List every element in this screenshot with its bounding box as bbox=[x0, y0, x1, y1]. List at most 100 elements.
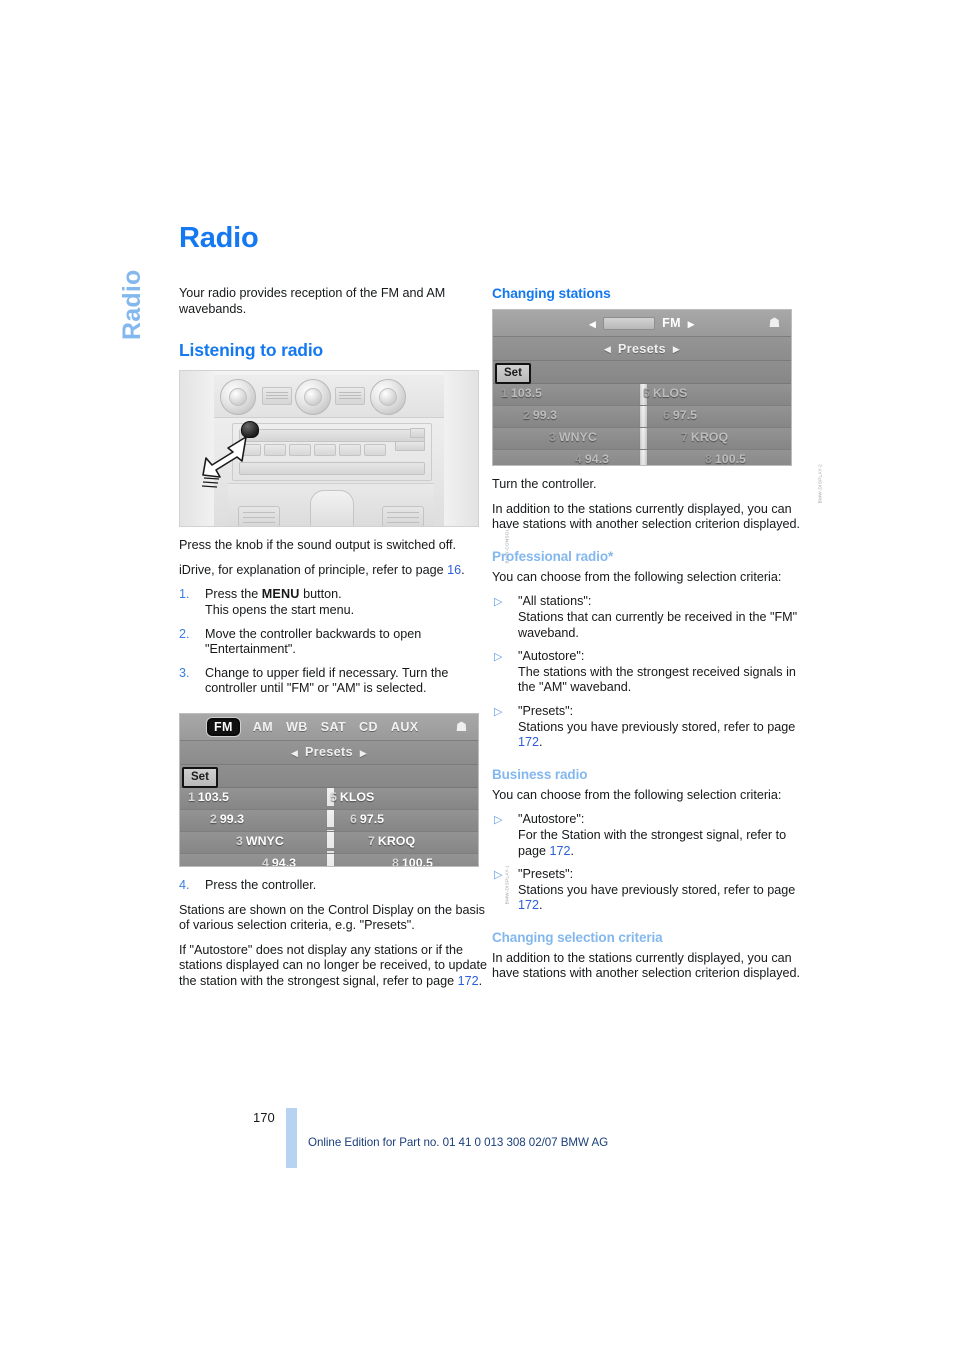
criterion-title: "Autostore": bbox=[518, 649, 585, 664]
preset-cell-4[interactable]: 4 94.3 bbox=[262, 856, 296, 866]
idrive-reference-paragraph: iDrive, for explanation of principle, re… bbox=[179, 563, 492, 579]
criterion-title: "Presets": bbox=[518, 703, 574, 718]
table-row: 3 WNYC 7 KROQ bbox=[493, 428, 791, 450]
idrive-preset-grid: 1 103.5 5 KLOS 2 99.3 6 97.5 3 WNYC 7 KROQ 4 94… bbox=[180, 787, 478, 866]
preset-cell-3[interactable]: 3 WNYC bbox=[549, 430, 597, 444]
page-link-172[interactable]: 172 bbox=[518, 898, 539, 912]
in-addition-paragraph-2: In addition to the stations currently di… bbox=[492, 950, 801, 981]
preset-cell-8[interactable]: 8 100.5 bbox=[705, 452, 746, 465]
band-label[interactable]: FM bbox=[662, 316, 681, 330]
preset-cell-1[interactable]: 1 103.5 bbox=[188, 790, 229, 804]
idrive-band-bar: ◂ FM ▸ ☗ bbox=[493, 310, 791, 337]
criterion-body: Stations that can currently be received … bbox=[518, 609, 798, 640]
preset-cell-5[interactable]: 5 KLOS bbox=[330, 790, 374, 804]
menu-button-label: MENU bbox=[261, 587, 300, 602]
choose-criteria-paragraph-1: You can choose from the following select… bbox=[492, 569, 782, 584]
idrive-set-row: Set bbox=[180, 764, 478, 788]
page-link-172[interactable]: 172 bbox=[458, 974, 479, 988]
chevron-left-icon[interactable]: ◂ bbox=[604, 341, 611, 356]
chevron-left-icon[interactable]: ◂ bbox=[589, 316, 596, 331]
step-number: 4. bbox=[179, 877, 190, 892]
band-indicator-icon bbox=[603, 316, 656, 330]
home-icon[interactable]: ☗ bbox=[764, 313, 785, 332]
tab-fm[interactable]: FM bbox=[207, 717, 240, 736]
idrive-presets-bar: ◂ Presets ▸ bbox=[493, 337, 791, 361]
tab-wb[interactable]: WB bbox=[286, 720, 308, 734]
preset-cell-7[interactable]: 7 KROQ bbox=[681, 430, 728, 444]
page-link-172[interactable]: 172 bbox=[518, 735, 539, 749]
idrive-ref-text: iDrive, for explanation of principle, re… bbox=[179, 562, 448, 577]
list-item: ▷ "Autostore": For the Station with the st… bbox=[492, 812, 805, 859]
chevron-left-icon[interactable]: ◂ bbox=[291, 745, 298, 760]
list-item: ▷ "Autostore": The stations with the stron… bbox=[492, 649, 805, 696]
head-unit bbox=[232, 423, 432, 482]
running-head-label: Radio bbox=[118, 269, 146, 340]
table-row: 2 99.3 6 97.5 bbox=[180, 809, 478, 832]
preset-cell-5[interactable]: 5 KLOS bbox=[643, 386, 687, 400]
autostore-period: . bbox=[478, 973, 483, 988]
criterion-title: "Presets": bbox=[518, 867, 574, 882]
page-link-172[interactable]: 172 bbox=[550, 844, 571, 858]
list-item: 2. Move the controller backwards to open … bbox=[179, 627, 492, 658]
procedure-steps: 1. Press the MENU button. This opens the s… bbox=[179, 587, 492, 697]
console-side-right bbox=[444, 371, 478, 527]
footer-edition-line: Online Edition for Part no. 01 41 0 013 … bbox=[308, 1136, 609, 1149]
callout-arrow-icon bbox=[202, 436, 247, 488]
preset-cell-8[interactable]: 8 100.5 bbox=[392, 856, 433, 866]
vent-knob-3-icon bbox=[370, 379, 406, 416]
heading-changing-stations: Changing stations bbox=[492, 286, 611, 301]
criterion-body-post: . bbox=[539, 898, 543, 913]
list-item: ▷ "Presets": Stations you have previously … bbox=[492, 704, 805, 751]
tab-am[interactable]: AM bbox=[253, 720, 273, 734]
set-button[interactable]: Set bbox=[495, 363, 531, 384]
press-knob-paragraph: Press the knob if the sound output is sw… bbox=[179, 538, 456, 553]
idrive-preset-grid: 1 103.5 5 KLOS 2 99.3 6 97.5 3 WNYC 7 KROQ 4 94… bbox=[493, 384, 791, 465]
triangle-bullet-icon: ▷ bbox=[494, 705, 503, 718]
manual-page: Radio Radio Your radio provides receptio… bbox=[0, 0, 954, 1351]
head-unit-buttons bbox=[239, 444, 386, 457]
page-link-16[interactable]: 16 bbox=[447, 563, 461, 577]
console-pad-left bbox=[238, 506, 280, 527]
preset-cell-6[interactable]: 6 97.5 bbox=[663, 408, 697, 422]
step-text: Press the controller. bbox=[205, 877, 317, 892]
page-title: Radio bbox=[179, 222, 259, 254]
business-criteria-list: ▷ "Autostore": For the Station with the st… bbox=[492, 812, 805, 914]
presets-label[interactable]: Presets bbox=[618, 342, 666, 356]
tab-aux[interactable]: AUX bbox=[391, 720, 419, 734]
criterion-title: "All stations": bbox=[518, 594, 592, 609]
home-icon[interactable]: ☗ bbox=[451, 717, 472, 736]
list-item: ▷ "Presets": Stations you have previously … bbox=[492, 867, 805, 914]
preset-cell-1[interactable]: 1 103.5 bbox=[501, 386, 542, 400]
idrive-tabs: FM AM WB SAT CD AUX bbox=[180, 717, 419, 736]
set-button[interactable]: Set bbox=[182, 766, 218, 788]
presets-label[interactable]: Presets bbox=[305, 745, 353, 759]
intro-paragraph: Your radio provides reception of the FM … bbox=[179, 286, 446, 316]
list-item: 4. Press the controller. bbox=[179, 878, 492, 894]
idrive-ref-period: . bbox=[461, 562, 465, 577]
preset-cell-3[interactable]: 3 WNYC bbox=[236, 834, 284, 848]
table-row: 4 94.3 8 100.5 bbox=[180, 853, 478, 866]
triangle-bullet-icon: ▷ bbox=[494, 596, 503, 609]
preset-cell-2[interactable]: 2 99.3 bbox=[523, 408, 557, 422]
preset-cell-2[interactable]: 2 99.3 bbox=[210, 812, 244, 826]
criterion-body: Stations you have previously stored, ref… bbox=[518, 719, 796, 734]
chevron-right-icon[interactable]: ▸ bbox=[360, 745, 367, 760]
table-row: 3 WNYC 7 KROQ bbox=[180, 831, 478, 854]
criterion-body-post: . bbox=[539, 735, 543, 750]
tab-cd[interactable]: CD bbox=[359, 720, 378, 734]
preset-cell-4[interactable]: 4 94.3 bbox=[575, 452, 609, 465]
idrive-display-tabs: FM AM WB SAT CD AUX ☗ ◂ Presets ▸ Set 1 … bbox=[179, 712, 479, 867]
step-text-pre: Press the bbox=[205, 587, 262, 602]
chevron-right-icon[interactable]: ▸ bbox=[673, 341, 680, 356]
tab-sat[interactable]: SAT bbox=[321, 720, 346, 734]
vent-slot-1 bbox=[262, 387, 292, 406]
footer-accent-bar bbox=[286, 1108, 297, 1168]
criterion-body: The stations with the strongest received… bbox=[518, 664, 796, 695]
chevron-right-icon[interactable]: ▸ bbox=[688, 316, 695, 331]
step-number: 1. bbox=[179, 587, 190, 602]
preset-cell-7[interactable]: 7 KROQ bbox=[368, 834, 415, 848]
stations-shown-paragraph: Stations are shown on the Control Displa… bbox=[179, 902, 485, 933]
preset-cell-6[interactable]: 6 97.5 bbox=[350, 812, 384, 826]
